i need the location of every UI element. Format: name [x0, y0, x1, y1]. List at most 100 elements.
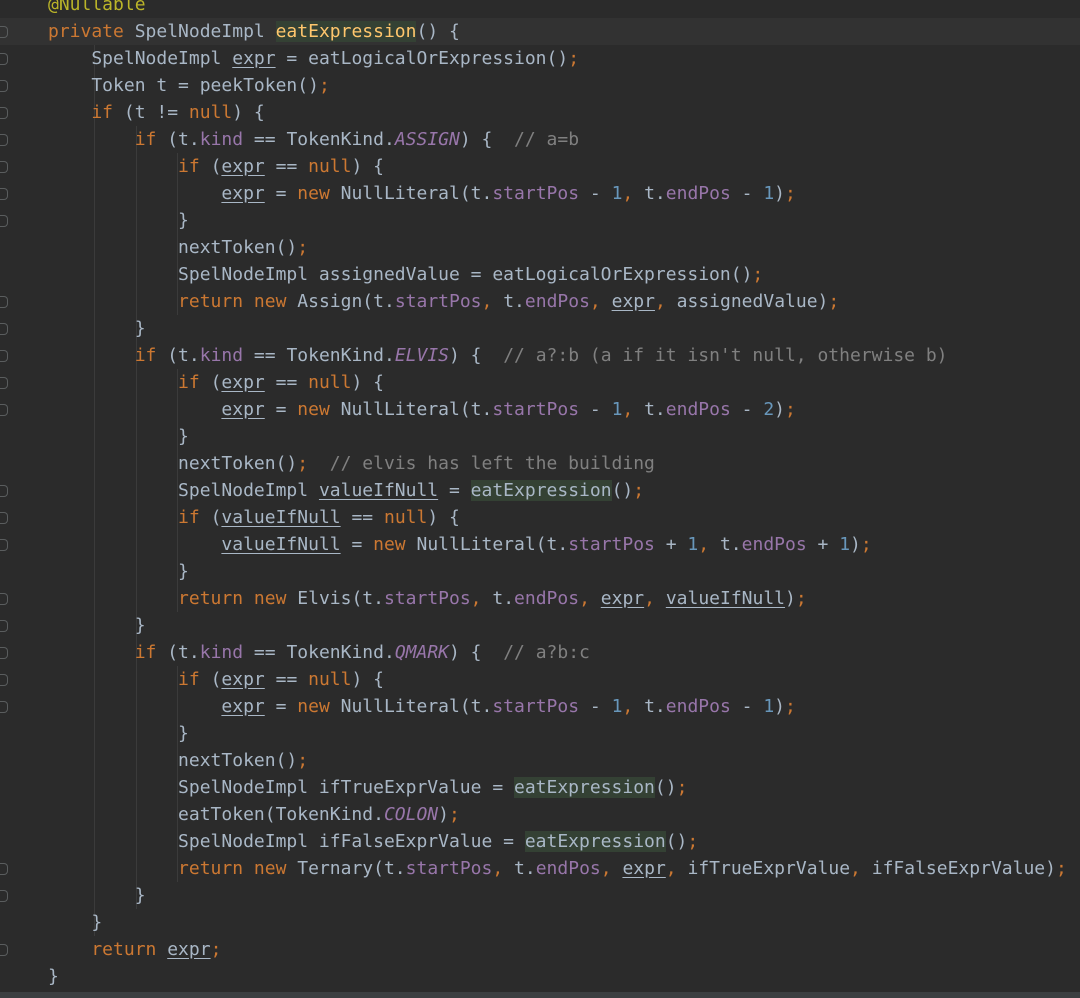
code-line[interactable]: SpelNodeImpl ifFalseExprValue = eatExpre…: [0, 828, 1080, 855]
fold-marker-icon[interactable]: [0, 944, 8, 956]
code-line[interactable]: expr = new NullLiteral(t.startPos - 1, t…: [0, 180, 1080, 207]
code-token: }: [48, 615, 146, 636]
code-line[interactable]: }: [0, 558, 1080, 585]
code-token: // a?b:c: [503, 642, 590, 663]
fold-marker-icon[interactable]: [0, 647, 8, 659]
fold-marker-icon[interactable]: [0, 80, 8, 92]
fold-marker-icon[interactable]: [0, 323, 8, 335]
code-token: 1: [611, 183, 623, 204]
fold-marker-icon[interactable]: [0, 377, 8, 389]
code-token: ,: [665, 858, 688, 879]
code-token: ,: [698, 534, 720, 555]
code-line[interactable]: nextToken();: [0, 234, 1080, 261]
fold-marker-icon[interactable]: [0, 53, 8, 65]
code-token: ;: [297, 237, 309, 258]
fold-marker-icon[interactable]: [0, 26, 8, 38]
fold-marker-icon[interactable]: [0, 620, 8, 632]
code-line[interactable]: private SpelNodeImpl eatExpression() {: [0, 18, 1080, 45]
fold-marker-icon[interactable]: [0, 863, 8, 875]
code-token: ,: [470, 588, 493, 609]
code-token: ): [850, 534, 861, 555]
code-line[interactable]: }: [0, 882, 1080, 909]
code-line[interactable]: return new Elvis(t.startPos, t.endPos, e…: [0, 585, 1080, 612]
fold-marker-icon[interactable]: [0, 593, 8, 605]
code-line[interactable]: nextToken();: [0, 747, 1080, 774]
code-line[interactable]: }: [0, 423, 1080, 450]
code-line[interactable]: return new Ternary(t.startPos, t.endPos,…: [0, 855, 1080, 882]
code-line[interactable]: }: [0, 909, 1080, 936]
code-line[interactable]: return new Assign(t.startPos, t.endPos, …: [0, 288, 1080, 315]
code-text: expr = new NullLiteral(t.startPos - 1, t…: [48, 693, 795, 720]
code-line[interactable]: SpelNodeImpl assignedValue = eatLogicalO…: [0, 261, 1080, 288]
code-token: (t !=: [123, 102, 189, 123]
code-token: t.: [644, 183, 666, 204]
code-line[interactable]: }: [0, 720, 1080, 747]
code-token: ;: [568, 48, 580, 69]
code-token: == TokenKind.: [243, 345, 395, 366]
code-token: valueIfNull: [221, 534, 341, 555]
fold-marker-icon[interactable]: [0, 890, 8, 902]
code-text: if (expr == null) {: [48, 153, 384, 180]
code-line[interactable]: if (t != null) {: [0, 99, 1080, 126]
code-text: expr = new NullLiteral(t.startPos - 1, t…: [48, 180, 795, 207]
code-line[interactable]: expr = new NullLiteral(t.startPos - 1, t…: [0, 693, 1080, 720]
fold-marker-icon[interactable]: [0, 539, 8, 551]
fold-marker-icon[interactable]: [0, 512, 8, 524]
code-editor[interactable]: @Nullable private SpelNodeImpl eatExpress…: [0, 0, 1080, 998]
code-token: }: [48, 318, 146, 339]
code-line[interactable]: }: [0, 315, 1080, 342]
code-token: ) {: [351, 669, 384, 690]
code-line[interactable]: if (t.kind == TokenKind.QMARK) { // a?b:…: [0, 639, 1080, 666]
code-token: endPos: [665, 696, 731, 717]
code-line[interactable]: @Nullable: [0, 0, 1080, 18]
code-line[interactable]: valueIfNull = new NullLiteral(t.startPos…: [0, 531, 1080, 558]
code-line[interactable]: nextToken(); // elvis has left the build…: [0, 450, 1080, 477]
code-line[interactable]: if (expr == null) {: [0, 369, 1080, 396]
code-token: (): [611, 480, 634, 501]
code-text: nextToken(); // elvis has left the build…: [48, 450, 655, 477]
code-line[interactable]: expr = new NullLiteral(t.startPos - 1, t…: [0, 396, 1080, 423]
fold-marker-icon[interactable]: [0, 134, 8, 146]
code-text: SpelNodeImpl ifTrueExprValue = eatExpres…: [48, 774, 687, 801]
code-line[interactable]: if (t.kind == TokenKind.ASSIGN) { // a=b: [0, 126, 1080, 153]
code-token: if: [178, 669, 211, 690]
code-token: @Nullable: [48, 0, 146, 15]
code-text: if (t.kind == TokenKind.ELVIS) { // a?:b…: [48, 342, 948, 369]
code-line[interactable]: SpelNodeImpl valueIfNull = eatExpression…: [0, 477, 1080, 504]
code-line[interactable]: eatToken(TokenKind.COLON);: [0, 801, 1080, 828]
code-token: new: [297, 399, 341, 420]
code-token: ;: [633, 480, 645, 501]
code-token: ,: [622, 183, 645, 204]
code-line[interactable]: SpelNodeImpl ifTrueExprValue = eatExpres…: [0, 774, 1080, 801]
fold-marker-icon[interactable]: [0, 485, 8, 497]
code-token: SpelNodeImpl ifTrueExprValue =: [48, 777, 514, 798]
code-line[interactable]: }: [0, 207, 1080, 234]
code-line[interactable]: if (expr == null) {: [0, 666, 1080, 693]
fold-marker-icon[interactable]: [0, 107, 8, 119]
code-line[interactable]: Token t = peekToken();: [0, 72, 1080, 99]
code-token: new: [373, 534, 417, 555]
fold-marker-icon[interactable]: [0, 296, 8, 308]
code-token: if: [178, 507, 211, 528]
fold-marker-icon[interactable]: [0, 161, 8, 173]
fold-marker-icon[interactable]: [0, 674, 8, 686]
code-token: assignedValue): [676, 291, 829, 312]
fold-marker-icon[interactable]: [0, 404, 8, 416]
fold-marker-icon[interactable]: [0, 350, 8, 362]
fold-marker-icon[interactable]: [0, 188, 8, 200]
fold-marker-icon[interactable]: [0, 701, 8, 713]
code-line[interactable]: }: [0, 612, 1080, 639]
code-token: SpelNodeImpl: [48, 48, 233, 69]
fold-marker-icon[interactable]: [0, 215, 8, 227]
code-text: return new Assign(t.startPos, t.endPos, …: [48, 288, 839, 315]
code-token: return: [48, 939, 168, 960]
code-line[interactable]: return expr;: [0, 936, 1080, 963]
code-token: }: [48, 723, 189, 744]
code-line[interactable]: SpelNodeImpl expr = eatLogicalOrExpressi…: [0, 45, 1080, 72]
code-line[interactable]: }: [0, 963, 1080, 990]
code-text: @Nullable: [48, 0, 146, 18]
code-line[interactable]: if (expr == null) {: [0, 153, 1080, 180]
code-line[interactable]: if (t.kind == TokenKind.ELVIS) { // a?:b…: [0, 342, 1080, 369]
code-line[interactable]: if (valueIfNull == null) {: [0, 504, 1080, 531]
